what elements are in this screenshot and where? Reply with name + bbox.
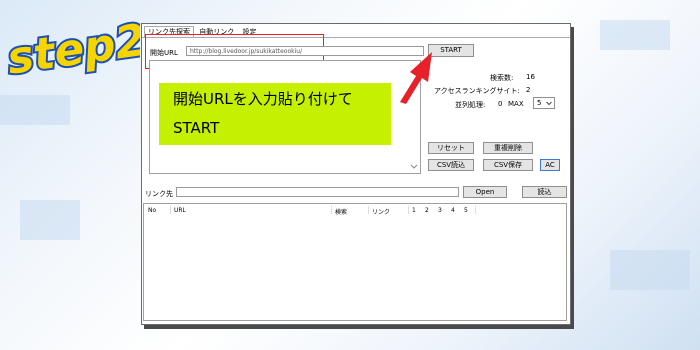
link-dest-label: リンク先 <box>145 190 173 198</box>
col-header-no: No <box>148 207 157 214</box>
col-header-url: URL <box>174 207 186 214</box>
col-divider <box>408 206 409 214</box>
bg-tile <box>600 20 670 50</box>
step2-logo-text: step2 <box>4 18 140 78</box>
col-divider <box>331 206 332 214</box>
textarea-scroll-down-icon[interactable] <box>410 164 418 170</box>
col-header-3: 3 <box>438 207 442 214</box>
search-count-label: 検索数: <box>490 74 514 82</box>
reset-button[interactable]: リセット <box>428 142 474 154</box>
callout-line1: 開始URLを入力貼り付けて <box>173 90 353 108</box>
search-count-value: 16 <box>526 73 535 81</box>
col-header-search: 検索 <box>335 209 348 216</box>
col-header-5: 5 <box>464 207 468 214</box>
open-button[interactable]: Open <box>463 186 507 198</box>
start-url-input[interactable]: http://blog.livedoor.jp/sukikatteookiu/ <box>186 46 424 56</box>
max-select-value: 5 <box>537 99 542 107</box>
step2-logo: step2 <box>4 18 140 78</box>
ac-button[interactable]: AC <box>540 159 560 171</box>
results-table[interactable]: No URL 検索 リンク 1 2 3 4 5 <box>143 203 567 321</box>
col-divider <box>368 206 369 214</box>
col-header-2: 2 <box>425 207 429 214</box>
parallel-value: 0 <box>498 100 503 108</box>
instruction-callout: 開始URLを入力貼り付けて START <box>159 83 391 145</box>
max-select[interactable]: 5 <box>533 97 555 109</box>
col-divider <box>170 206 171 214</box>
app-window: リンク先探索 自動リンク 設定 開始URL http://blog.livedo… <box>141 23 571 325</box>
callout-line2: START <box>173 119 220 137</box>
chevron-down-icon <box>546 101 552 106</box>
access-ranking-value: 2 <box>526 86 531 94</box>
dedupe-button[interactable]: 重複削除 <box>483 142 533 154</box>
load-button[interactable]: 読込 <box>522 186 567 198</box>
parallel-label: 並列処理: <box>455 101 486 109</box>
col-header-link: リンク <box>372 209 391 216</box>
start-url-label: 開始URL <box>150 49 178 57</box>
max-label: MAX <box>508 100 524 108</box>
bg-tile <box>610 250 690 290</box>
link-dest-input[interactable] <box>176 187 459 197</box>
access-ranking-label: アクセスランキングサイト: <box>434 87 520 95</box>
csv-load-button[interactable]: CSV読込 <box>428 159 474 171</box>
col-divider <box>475 206 476 214</box>
arrow-icon <box>400 52 432 104</box>
bg-tile <box>0 95 70 125</box>
col-header-4: 4 <box>451 207 455 214</box>
col-header-1: 1 <box>412 207 416 214</box>
csv-save-button[interactable]: CSV保存 <box>483 159 533 171</box>
bg-tile <box>20 200 80 240</box>
